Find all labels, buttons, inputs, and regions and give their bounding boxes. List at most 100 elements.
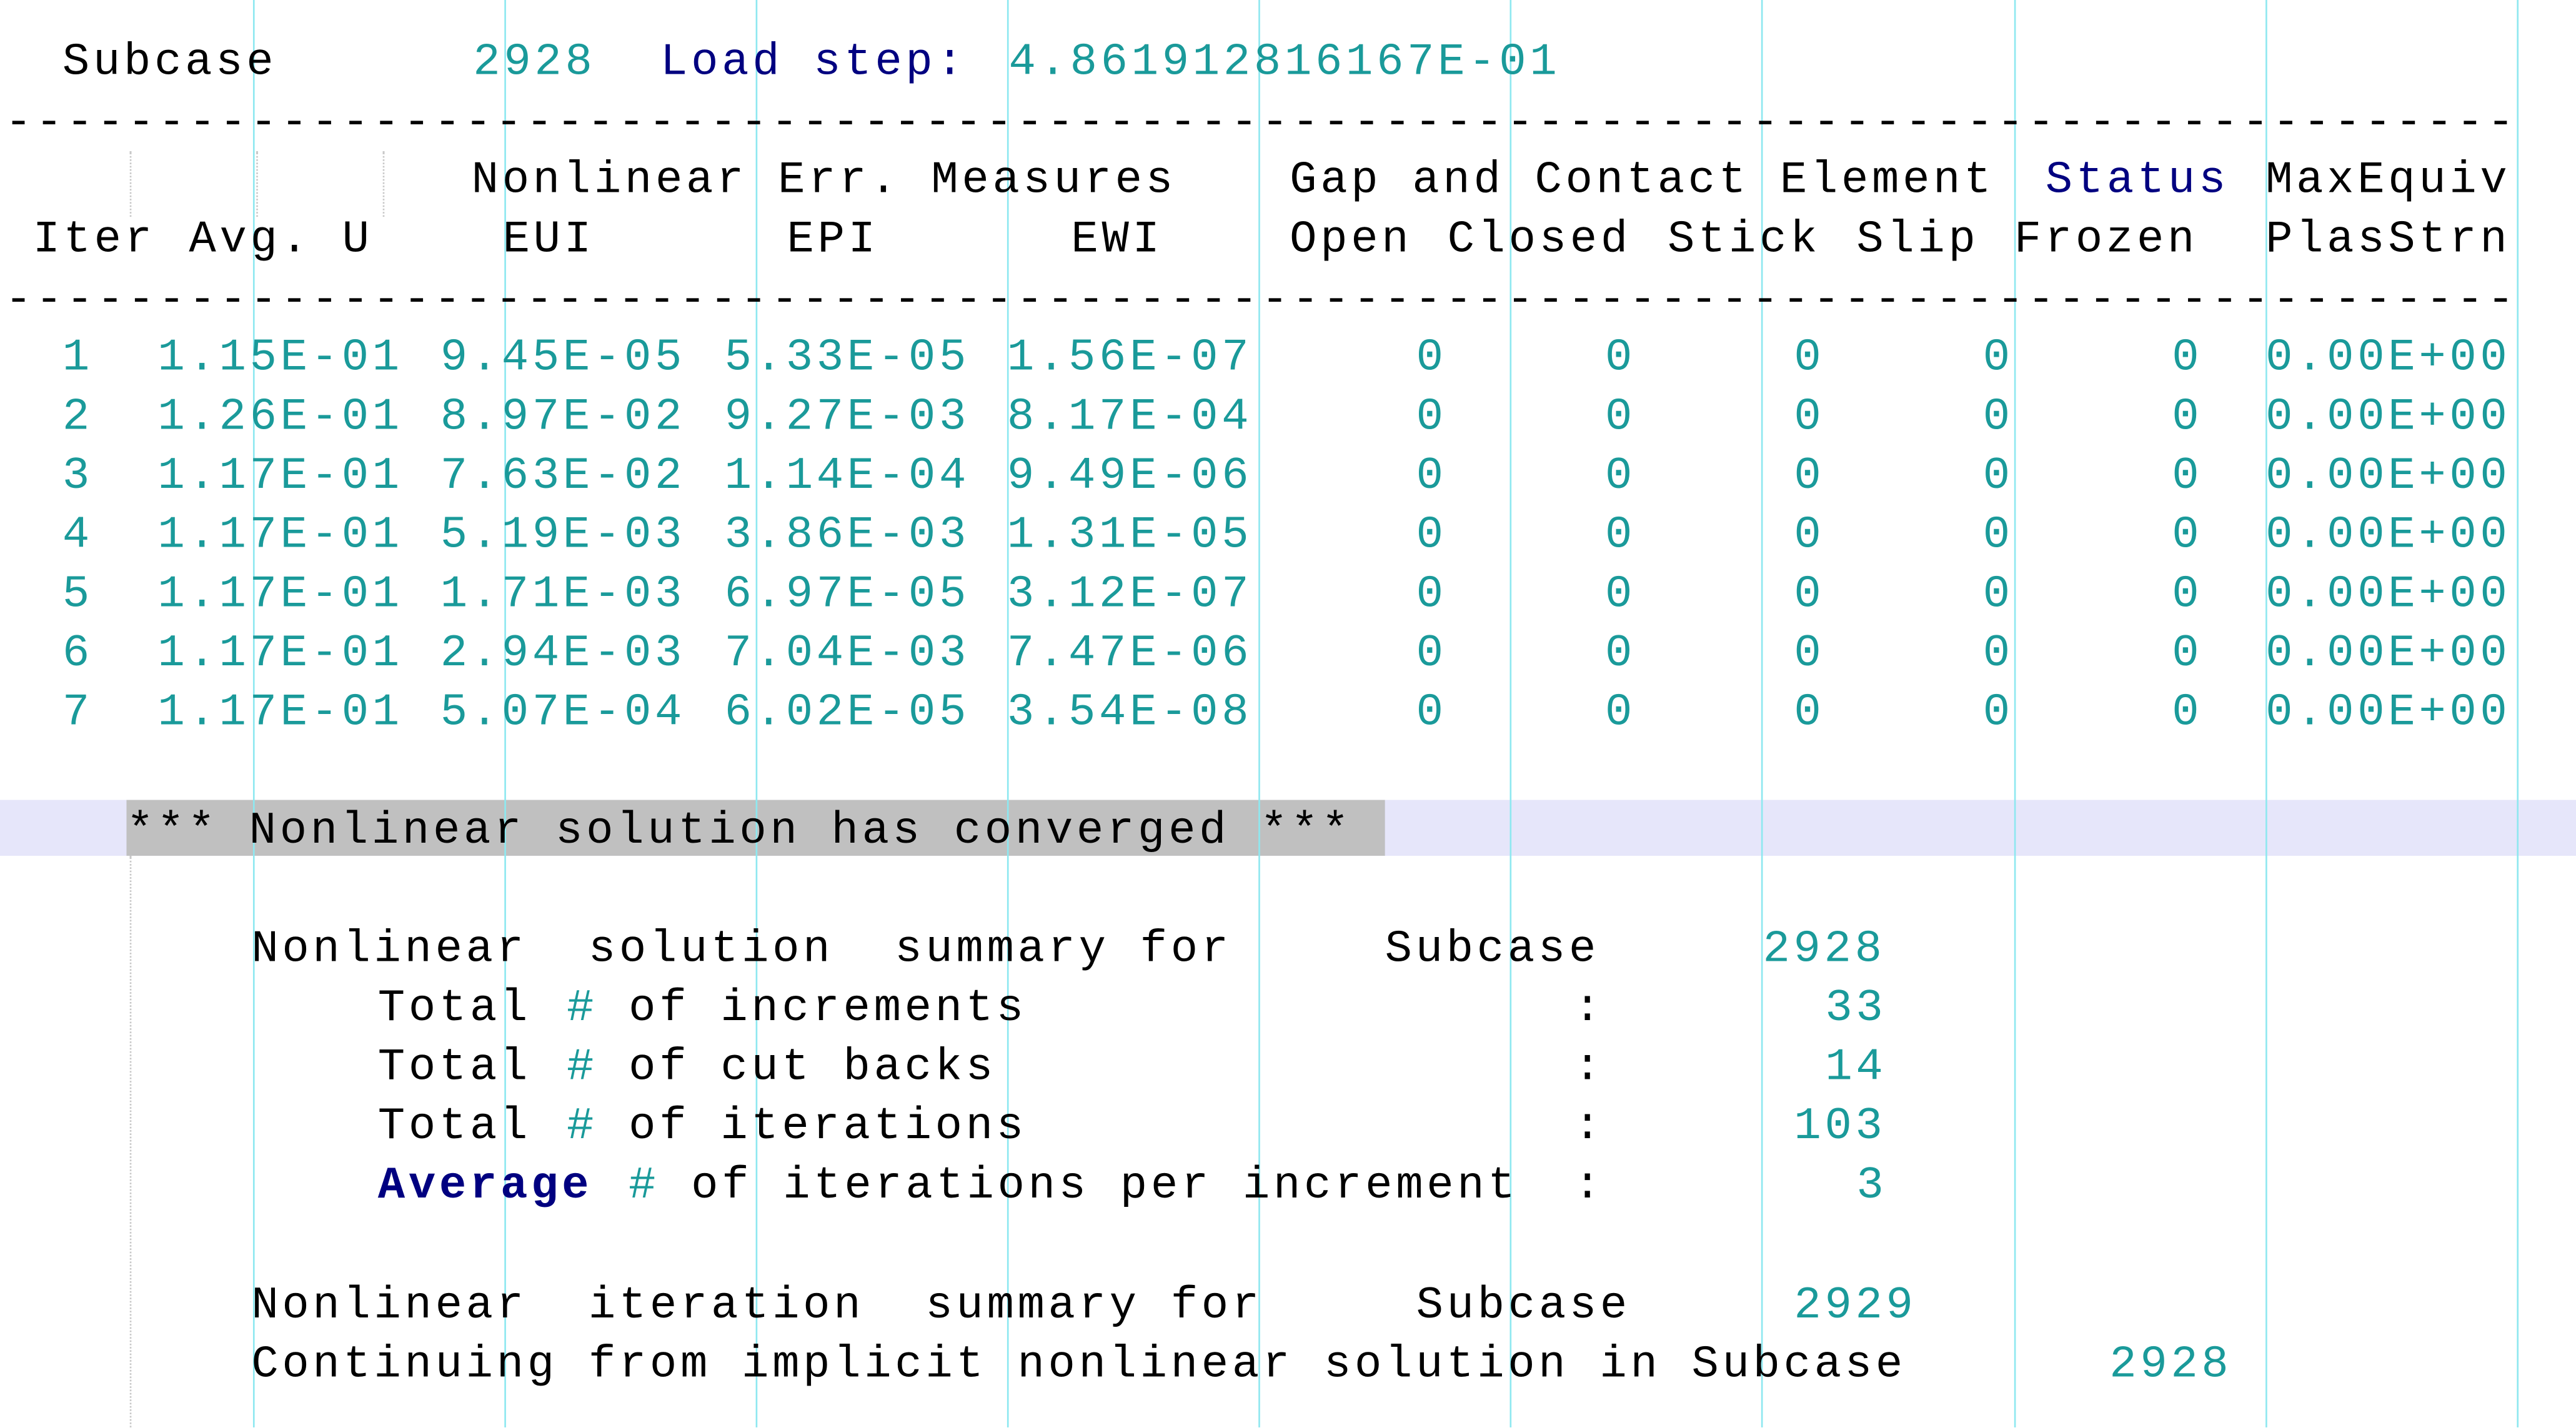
cell-avg-u: 1.17E-01 xyxy=(157,688,403,740)
iteration-summary-title: Nonlinear iteration summary for xyxy=(251,1281,1263,1332)
separator-line: ----------------------------------------… xyxy=(4,279,2519,325)
cell-stick: 0 xyxy=(1794,510,1825,562)
cell-slip: 0 xyxy=(1982,392,2014,444)
cell-open: 0 xyxy=(1416,452,1447,503)
cell-frozen: 0 xyxy=(2172,452,2203,503)
cell-frozen: 0 xyxy=(2172,510,2203,562)
cell-slip: 0 xyxy=(1982,570,2014,621)
cell-slip: 0 xyxy=(1982,452,2014,503)
cell-eui: 9.45E-05 xyxy=(440,333,686,385)
cell-eui: 1.71E-03 xyxy=(440,570,686,621)
indent-guide xyxy=(256,151,258,217)
continuing-text: Continuing from implicit nonlinear solut… xyxy=(251,1340,1906,1392)
cell-epi: 6.02E-05 xyxy=(724,688,970,740)
cell-slip: 0 xyxy=(1982,333,2014,385)
summary-line-post: of iterations xyxy=(598,1102,1027,1153)
cell-eui: 7.63E-02 xyxy=(440,452,686,503)
cell-open: 0 xyxy=(1416,629,1447,680)
cell-frozen: 0 xyxy=(2172,392,2203,444)
subcase-label: Subcase xyxy=(62,37,277,89)
cell-ewi: 8.17E-04 xyxy=(1007,392,1253,444)
cell-epi: 1.14E-04 xyxy=(724,452,970,503)
summary-cut-backs-value: 14 xyxy=(1825,1043,1887,1094)
cell-eui: 5.19E-03 xyxy=(440,510,686,562)
hash-symbol: # xyxy=(598,1161,660,1212)
cell-iter: 4 xyxy=(62,510,93,562)
cell-eui: 8.97E-02 xyxy=(440,392,686,444)
summary-line-pre: Total xyxy=(377,1043,562,1094)
cell-avg-u: 1.17E-01 xyxy=(157,452,403,503)
cell-avg-u: 1.17E-01 xyxy=(157,629,403,680)
cell-closed: 0 xyxy=(1605,688,1636,740)
cell-iter: 2 xyxy=(62,392,93,444)
cell-closed: 0 xyxy=(1605,392,1636,444)
cell-closed: 0 xyxy=(1605,629,1636,680)
hash-symbol: # xyxy=(567,1043,598,1094)
separator-line: ----------------------------------------… xyxy=(4,102,2519,147)
summary-line-post: of iterations per increment xyxy=(660,1161,1519,1212)
cell-plasstrn: 0.00E+00 xyxy=(2265,392,2511,444)
load-step-label: Load step: xyxy=(660,37,967,89)
column-header-iter: Iter xyxy=(32,215,156,266)
cell-frozen: 0 xyxy=(2172,629,2203,680)
column-guide xyxy=(2517,0,2519,1428)
cell-iter: 6 xyxy=(62,629,93,680)
column-guide xyxy=(2014,0,2016,1428)
cell-slip: 0 xyxy=(1982,510,2014,562)
cell-ewi: 9.49E-06 xyxy=(1007,452,1253,503)
column-header-frozen: Frozen xyxy=(2014,215,2199,266)
column-header-open: Open xyxy=(1290,215,1413,266)
iteration-summary-subcase-label: Subcase xyxy=(1416,1281,1631,1332)
cell-stick: 0 xyxy=(1794,452,1825,503)
cell-avg-u: 1.15E-01 xyxy=(157,333,403,385)
cell-iter: 1 xyxy=(62,333,93,385)
editor-viewport[interactable]: Subcase 2928 Load step: 4.861912816167E-… xyxy=(0,0,2576,1428)
cell-iter: 7 xyxy=(62,688,93,740)
header-maxequiv: MaxEquiv xyxy=(2265,156,2511,207)
cell-plasstrn: 0.00E+00 xyxy=(2265,452,2511,503)
column-guide xyxy=(1258,0,1260,1428)
indent-guide xyxy=(129,151,132,217)
cell-epi: 3.86E-03 xyxy=(724,510,970,562)
cell-stick: 0 xyxy=(1794,570,1825,621)
header-status: Status xyxy=(2045,156,2230,207)
converged-message: *** Nonlinear solution has converged *** xyxy=(126,806,1353,858)
summary-increments-value: 33 xyxy=(1825,984,1887,1035)
cell-epi: 7.04E-03 xyxy=(724,629,970,680)
column-header-stick: Stick xyxy=(1667,215,1821,266)
cell-plasstrn: 0.00E+00 xyxy=(2265,333,2511,385)
cell-avg-u: 1.26E-01 xyxy=(157,392,403,444)
summary-line-post: of cut backs xyxy=(598,1043,997,1094)
cell-plasstrn: 0.00E+00 xyxy=(2265,688,2511,740)
indent-guide xyxy=(129,855,132,1428)
column-header-closed: Closed xyxy=(1447,215,1631,266)
summary-line-pre: Total xyxy=(377,1102,562,1153)
header-nonlinear-err-measures: Nonlinear Err. Measures xyxy=(471,156,1176,207)
cell-epi: 9.27E-03 xyxy=(724,392,970,444)
cell-frozen: 0 xyxy=(2172,333,2203,385)
cell-ewi: 3.54E-08 xyxy=(1007,688,1253,740)
indent-guide xyxy=(382,151,385,217)
cell-open: 0 xyxy=(1416,510,1447,562)
cell-open: 0 xyxy=(1416,392,1447,444)
cell-epi: 5.33E-05 xyxy=(724,333,970,385)
cell-stick: 0 xyxy=(1794,392,1825,444)
iteration-summary-subcase-value: 2929 xyxy=(1794,1281,1917,1332)
average-keyword: Average xyxy=(377,1161,593,1212)
cell-open: 0 xyxy=(1416,333,1447,385)
continuing-subcase-value: 2928 xyxy=(2109,1340,2232,1392)
hash-symbol: # xyxy=(567,1102,598,1153)
column-header-ewi: EWI xyxy=(1071,215,1163,266)
load-step-value: 4.861912816167E-01 xyxy=(1008,37,1561,89)
column-header-eui: EUI xyxy=(502,215,595,266)
cell-closed: 0 xyxy=(1605,570,1636,621)
summary-subcase-label: Subcase xyxy=(1385,925,1600,976)
summary-colon: : xyxy=(1574,1102,1605,1153)
cell-ewi: 1.31E-05 xyxy=(1007,510,1253,562)
column-header-slip: Slip xyxy=(1856,215,1979,266)
cell-slip: 0 xyxy=(1982,688,2014,740)
cell-iter: 5 xyxy=(62,570,93,621)
cell-plasstrn: 0.00E+00 xyxy=(2265,629,2511,680)
cell-avg-u: 1.17E-01 xyxy=(157,510,403,562)
column-guide xyxy=(1761,0,1763,1428)
